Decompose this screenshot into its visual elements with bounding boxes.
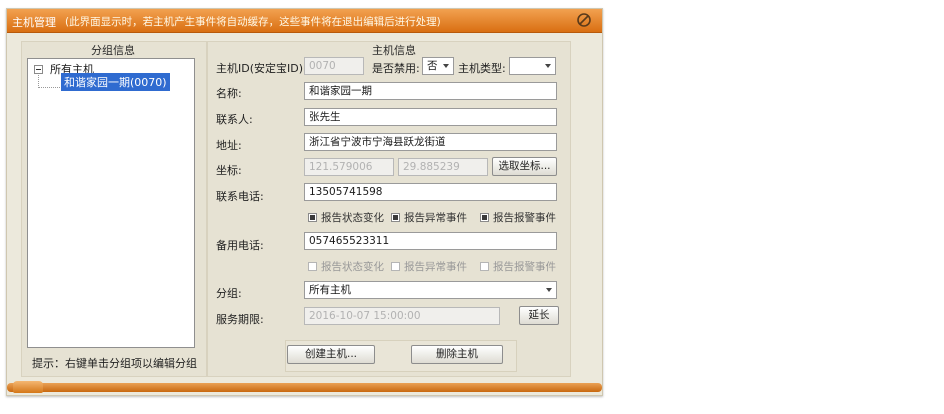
create-host-button[interactable]: 创建主机...	[287, 345, 375, 364]
chevron-down-icon	[443, 64, 449, 68]
backup-report-fault-checkbox[interactable]: 报告异常事件	[391, 259, 467, 274]
window-note: (此界面显示时，若主机产生事件将自动缓存，这些事件将在退出编辑后进行处理)	[65, 16, 441, 28]
bottom-band	[7, 383, 602, 392]
checkbox-label: 报告异常事件	[404, 261, 467, 273]
phone-report-fault-checkbox[interactable]: 报告异常事件	[391, 210, 467, 225]
address-field[interactable]: 浙江省宁波市宁海县跃龙街道	[304, 133, 557, 151]
tree-child-item-selected[interactable]: 和谐家园一期(0070)	[61, 73, 170, 91]
service-period-field: 2016-10-07 15:00:00	[304, 307, 500, 325]
checkbox-icon	[391, 262, 400, 271]
host-id-label: 主机ID(安定宝ID):	[216, 62, 307, 75]
tree-collapse-icon[interactable]	[34, 65, 43, 74]
group-hint: 提示：右键单击分组项以编辑分组	[32, 357, 197, 370]
phone-report-status-checkbox[interactable]: 报告状态变化	[308, 210, 384, 225]
address-label: 地址:	[216, 139, 242, 152]
backup-phone-label: 备用电话:	[216, 239, 264, 252]
backup-report-status-checkbox[interactable]: 报告状态变化	[308, 259, 384, 274]
host-management-window: 主机管理 (此界面显示时，若主机产生事件将自动缓存，这些事件将在退出编辑后进行处…	[6, 8, 603, 396]
disabled-label: 是否禁用:	[372, 62, 420, 75]
checkbox-icon	[308, 213, 317, 222]
longitude-field: 121.579006	[304, 158, 394, 176]
checkbox-label: 报告报警事件	[493, 261, 556, 273]
tree-connector	[38, 87, 60, 88]
backup-report-alarm-checkbox[interactable]: 报告报警事件	[480, 259, 556, 274]
phone-field[interactable]: 13505741598	[304, 183, 557, 201]
close-icon[interactable]	[575, 12, 593, 28]
checkbox-label: 报告状态变化	[321, 261, 384, 273]
checkbox-label: 报告报警事件	[493, 212, 556, 224]
host-panel-title: 主机信息	[372, 44, 416, 57]
disabled-select[interactable]: 否	[422, 57, 454, 75]
pick-coords-button[interactable]: 选取坐标...	[492, 157, 557, 176]
checkbox-label: 报告异常事件	[404, 212, 467, 224]
bottom-decor-bar	[7, 380, 602, 395]
contact-label: 联系人:	[216, 113, 253, 126]
contact-field[interactable]: 张先生	[304, 108, 557, 126]
host-type-label: 主机类型:	[458, 62, 506, 75]
window-title: 主机管理	[12, 16, 56, 29]
phone-report-alarm-checkbox[interactable]: 报告报警事件	[480, 210, 556, 225]
checkbox-icon	[480, 213, 489, 222]
title-bar: 主机管理 (此界面显示时，若主机产生事件将自动缓存，这些事件将在退出编辑后进行处…	[7, 9, 602, 33]
disabled-select-value: 否	[427, 60, 438, 72]
coords-label: 坐标:	[216, 164, 242, 177]
group-panel-title: 分组信息	[91, 44, 135, 57]
extend-button[interactable]: 延长	[519, 306, 559, 325]
phone-label: 联系电话:	[216, 190, 264, 203]
checkbox-icon	[308, 262, 317, 271]
name-label: 名称:	[216, 87, 242, 100]
backup-phone-field[interactable]: 057465523311	[304, 232, 557, 250]
checkbox-label: 报告状态变化	[321, 212, 384, 224]
service-period-label: 服务期限:	[216, 313, 264, 326]
checkbox-icon	[391, 213, 400, 222]
name-field[interactable]: 和谐家园一期	[304, 82, 557, 100]
host-id-field: 0070	[304, 57, 364, 75]
latitude-field: 29.885239	[398, 158, 488, 176]
chevron-down-icon	[546, 288, 552, 292]
group-tree[interactable]: 所有主机 和谐家园一期(0070)	[27, 58, 195, 348]
chevron-down-icon	[545, 64, 551, 68]
host-type-select[interactable]	[509, 57, 556, 75]
group-select-value: 所有主机	[309, 284, 351, 296]
group-select[interactable]: 所有主机	[304, 281, 557, 299]
bottom-tab	[13, 381, 43, 393]
delete-host-button[interactable]: 删除主机	[411, 345, 503, 364]
checkbox-icon	[480, 262, 489, 271]
group-label: 分组:	[216, 287, 242, 300]
